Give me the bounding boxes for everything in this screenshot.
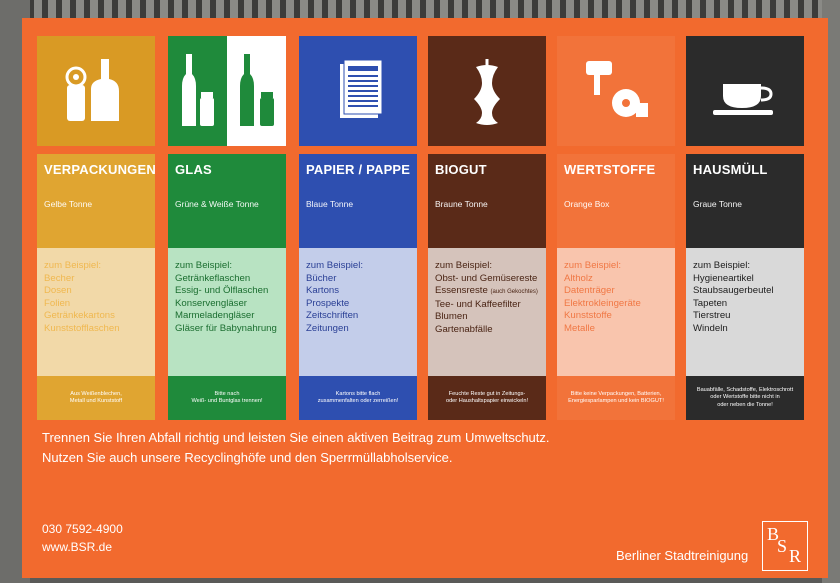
list-item: Altholz: [564, 272, 593, 284]
list-item: Kunststofflaschen: [44, 322, 120, 334]
website: www.BSR.de: [42, 540, 113, 554]
list-item: zum Beispiel:: [693, 260, 751, 271]
tagline-line: Trennen Sie Ihren Abfall richtig und lei…: [42, 430, 550, 445]
note-line: Bitte keine Verpackungen, Batterien,: [570, 390, 662, 397]
recycling-sign: VERPACKUNGEN Gelbe Tonne zum Beispiel: B…: [22, 18, 828, 578]
list-item: Obst- und Gemüsereste: [435, 272, 538, 284]
list-item: Tapeten: [693, 297, 728, 309]
list-item: Folien: [44, 297, 71, 309]
category-title: HAUSMÜLL: [693, 162, 768, 177]
list-item: Essig- und Ölflaschen: [175, 285, 269, 297]
phone-number: 030 7592-4900: [42, 522, 123, 536]
contact-info: 030 7592-4900 www.BSR.de: [42, 520, 123, 556]
list-item: Gläser für Babynahrung: [175, 322, 277, 334]
category-title: VERPACKUNGEN: [44, 162, 156, 177]
category-header: PAPIER / PAPPE Blaue Tonne: [299, 154, 417, 248]
bin-name: Graue Tonne: [693, 199, 742, 209]
category-header: VERPACKUNGEN Gelbe Tonne: [37, 154, 156, 248]
category-header: WERTSTOFFE Orange Box: [557, 154, 675, 248]
category-title: GLAS: [175, 162, 212, 177]
list-item: Tee- und Kaffeefilter: [435, 298, 521, 310]
category-note: Bitte nach Weiß- und Buntglas trennen!: [168, 376, 286, 420]
appliances-icon: [557, 36, 675, 146]
category-title: WERTSTOFFE: [564, 162, 656, 177]
category-note: Bitte keine Verpackungen, Batterien, Ene…: [557, 376, 675, 420]
list-item: Becher: [44, 272, 75, 284]
packaging-icon: [37, 36, 155, 146]
bin-name: Blaue Tonne: [306, 199, 354, 209]
list-item: Konservengläser: [175, 297, 247, 309]
category-title: PAPIER / PAPPE: [306, 162, 411, 177]
note-line: Feuchte Reste gut in Zeitungs-: [448, 390, 526, 397]
list-item: Windeln: [693, 322, 728, 334]
list-item: Getränkeflaschen: [175, 272, 251, 284]
list-item: Dosen: [44, 285, 72, 297]
example-list: zum Beispiel: Becher Dosen Folien Geträn…: [37, 248, 155, 376]
brand-name: Berliner Stadtreinigung: [616, 548, 749, 563]
note-line: Kartons bitte flach: [335, 390, 381, 397]
list-item: Tierstreu: [693, 310, 731, 322]
bsr-logo: B S R: [762, 521, 808, 571]
category-title: BIOGUT: [435, 162, 487, 177]
coffee-cup-icon: [686, 36, 804, 146]
category-header: HAUSMÜLL Graue Tonne: [686, 154, 804, 248]
note-line: Energiesparlampen und kein BIOGUT!: [568, 398, 664, 404]
list-item: Staubsaugerbeutel: [693, 285, 774, 297]
list-item: Elektrokleingeräte: [564, 297, 641, 309]
list-item: Kartons: [306, 285, 340, 297]
list-item: Bücher: [306, 272, 337, 284]
example-list: zum Beispiel: Hygieneartikel Staubsauger…: [686, 248, 804, 376]
bin-name: Gelbe Tonne: [44, 199, 93, 209]
list-item: zum Beispiel:: [175, 260, 233, 271]
category-note: Feuchte Reste gut in Zeitungs- oder Haus…: [428, 376, 546, 420]
note-line: Bauabfälle, Schadstoffe, Elektroschrott: [696, 387, 794, 394]
note-line: zusammenfalten oder zerreißen!: [317, 398, 399, 404]
list-item: Getränkekartons: [44, 310, 115, 322]
list-item: Metalle: [564, 322, 595, 334]
list-item: Kunststoffe: [564, 310, 612, 322]
apple-core-icon: [428, 36, 546, 146]
list-item: Hygieneartikel: [693, 272, 754, 284]
note-line: oder Wertstoffe bitte nicht in: [710, 394, 780, 401]
category-note: Bauabfälle, Schadstoffe, Elektroschrott …: [686, 376, 804, 420]
list-item: zum Beispiel:: [564, 260, 622, 271]
list-item: zum Beispiel:: [44, 260, 102, 271]
list-item: Marmeladengläser: [175, 310, 255, 322]
list-item: Essensreste (auch Gekochtes): [435, 285, 538, 297]
list-item: Zeitungen: [306, 322, 349, 334]
list-item: Datenträger: [564, 285, 615, 297]
newspaper-icon: [299, 36, 417, 146]
note-line: Metall und Kunststoff: [69, 398, 123, 404]
list-item-note: (auch Gekochtes): [490, 289, 538, 296]
note-line: oder Haushaltspapier einwickeln!: [445, 398, 529, 404]
list-item: Prospekte: [306, 297, 350, 309]
note-line: Bitte nach: [214, 390, 240, 397]
note-line: Weiß- und Buntglas trennen!: [191, 398, 263, 404]
example-list: zum Beispiel: Altholz Datenträger Elektr…: [557, 248, 675, 376]
example-list: zum Beispiel: Obst- und Gemüsereste Esse…: [428, 248, 546, 376]
tagline: Trennen Sie Ihren Abfall richtig und lei…: [42, 428, 550, 468]
glass-bottles-icon: [168, 36, 286, 146]
note-line: Aus Weißenblechen,: [70, 390, 122, 397]
category-note: Aus Weißenblechen, Metall und Kunststoff: [37, 376, 155, 420]
example-list: zum Beispiel: Getränkeflaschen Essig- un…: [168, 248, 286, 376]
example-list: zum Beispiel: Bücher Kartons Prospekte Z…: [299, 248, 417, 376]
bin-name: Orange Box: [564, 199, 610, 209]
note-line: oder neben die Tonne!: [717, 401, 773, 408]
list-item: zum Beispiel:: [306, 260, 364, 271]
category-header: GLAS Grüne & Weiße Tonne: [168, 154, 286, 248]
list-item: zum Beispiel:: [435, 260, 493, 271]
tagline-line: Nutzen Sie auch unsere Recyclinghöfe und…: [42, 450, 453, 465]
list-item: Blumen: [435, 311, 468, 323]
list-item: Zeitschriften: [306, 310, 359, 322]
list-item: Gartenabfälle: [435, 323, 493, 335]
category-note: Kartons bitte flach zusammenfalten oder …: [299, 376, 417, 420]
category-header: BIOGUT Braune Tonne: [428, 154, 546, 248]
bin-name: Braune Tonne: [435, 199, 488, 209]
bin-name: Grüne & Weiße Tonne: [175, 199, 259, 209]
